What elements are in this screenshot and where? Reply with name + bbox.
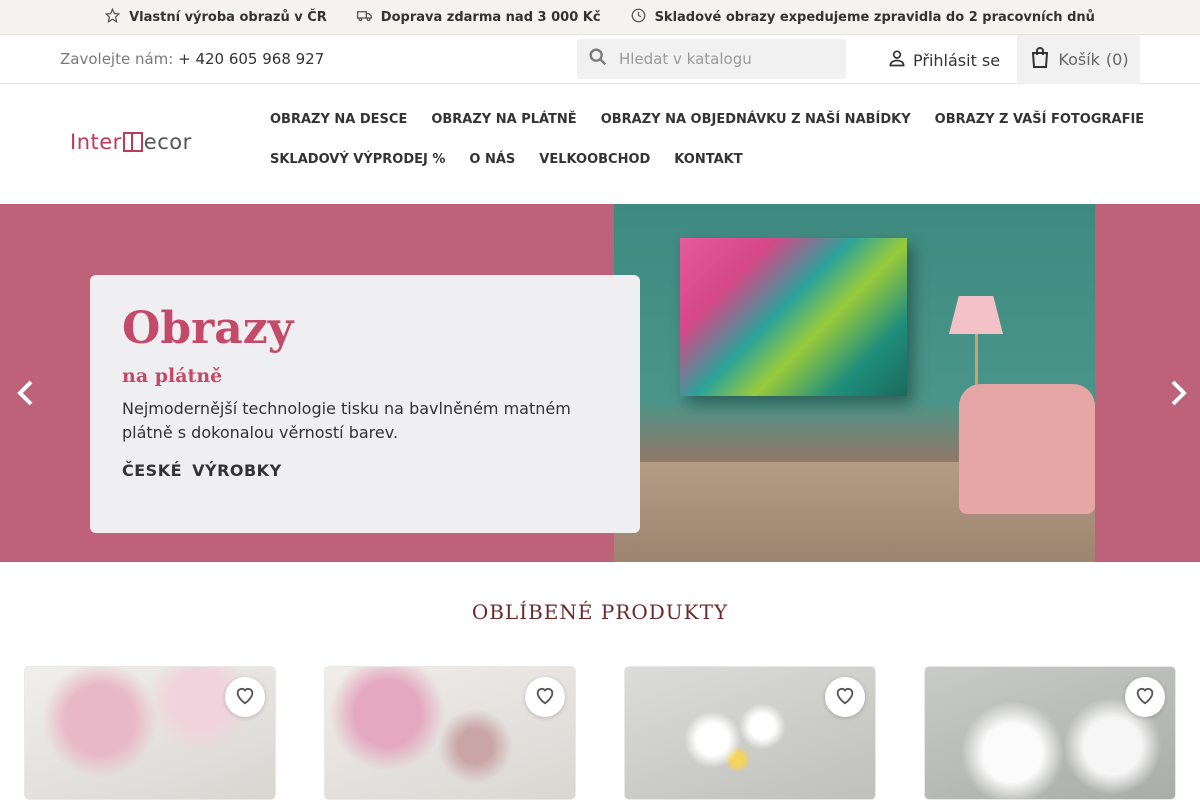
logo[interactable]: Inter ecor (70, 130, 192, 154)
menu-item-obrazy-na-platne[interactable]: OBRAZY NA PLÁTNĚ (431, 112, 576, 152)
cart-button[interactable]: Košík (0) (1017, 35, 1140, 84)
favorite-button[interactable] (825, 677, 865, 717)
product-list (24, 666, 1176, 800)
header: Zavolejte nám: + 420 605 968 927 Přihlás… (0, 35, 1200, 84)
heart-icon (534, 684, 556, 710)
menu-row-1: OBRAZY NA DESCE OBRAZY NA PLÁTNĚ OBRAZY … (270, 112, 1144, 152)
menu-item-skladovy-vyprodej[interactable]: SKLADOVÝ VÝPRODEJ % (270, 152, 445, 192)
info-production: Vlastní výroba obrazů v ČR (104, 7, 327, 27)
logo-mark (122, 132, 143, 152)
hero-painting (680, 238, 907, 396)
favorite-button[interactable] (525, 677, 565, 717)
hero-slider: Obrazy na plátně Nejmodernější technolog… (0, 204, 1200, 562)
product-card[interactable] (924, 666, 1176, 800)
slider-prev-button[interactable] (14, 380, 38, 410)
heart-icon (1134, 684, 1156, 710)
hero-subtitle: na plátně (122, 365, 223, 388)
user-icon (887, 48, 907, 72)
star-icon (104, 7, 121, 27)
heart-icon (834, 684, 856, 710)
chevron-left-icon (14, 378, 38, 412)
section-title-favorite-products: OBLÍBENÉ PRODUKTY (471, 600, 729, 624)
info-production-text: Vlastní výroba obrazů v ČR (129, 9, 327, 25)
phone-label: Zavolejte nám: (60, 50, 174, 68)
hero-text: Nejmodernější technologie tisku na bavln… (122, 399, 571, 443)
login-label: Přihlásit se (913, 50, 1001, 70)
hero-chair (959, 384, 1095, 514)
hero-title: Obrazy (122, 303, 294, 354)
favorite-button[interactable] (225, 677, 265, 717)
clock-icon (631, 8, 646, 27)
cart-count: (0) (1105, 50, 1129, 69)
navigation-row: Inter ecor OBRAZY NA DESCE OBRAZY NA PLÁ… (0, 84, 1200, 204)
logo-part1: Inter (70, 130, 122, 154)
menu-item-velkoobchod[interactable]: VELKOOBCHOD (539, 152, 650, 192)
top-info-bar: Vlastní výroba obrazů v ČR Doprava zdarm… (0, 0, 1200, 35)
search-icon[interactable] (577, 46, 609, 72)
search-box (577, 39, 846, 79)
hero-card: Obrazy na plátně Nejmodernější technolog… (90, 275, 640, 533)
truck-icon (356, 8, 372, 27)
phone-number[interactable]: + 420 605 968 927 (178, 50, 324, 68)
search-input[interactable] (619, 50, 829, 68)
main-menu: OBRAZY NA DESCE OBRAZY NA PLÁTNĚ OBRAZY … (270, 112, 1144, 192)
info-dispatch-text: Skladové obrazy expedujeme zpravidla do … (654, 9, 1095, 25)
hero-photo (614, 204, 1095, 562)
favorite-button[interactable] (1125, 677, 1165, 717)
product-card[interactable] (324, 666, 576, 800)
product-card[interactable] (24, 666, 276, 800)
shopping-bag-icon (1028, 46, 1052, 74)
menu-item-obrazy-na-objednavku[interactable]: OBRAZY NA OBJEDNÁVKU Z NAŠÍ NABÍDKY (601, 112, 911, 152)
hero-cta[interactable]: ČESKÉ VÝROBKY (122, 461, 608, 480)
menu-item-kontakt[interactable]: KONTAKT (674, 152, 742, 192)
menu-item-o-nas[interactable]: O NÁS (469, 152, 515, 192)
logo-part2: ecor (143, 130, 192, 154)
menu-row-2: SKLADOVÝ VÝPRODEJ % O NÁS VELKOOBCHOD KO… (270, 152, 1090, 192)
phone-contact: Zavolejte nám: + 420 605 968 927 (60, 50, 324, 68)
cart-label: Košík (1058, 50, 1100, 69)
info-shipping: Doprava zdarma nad 3 000 Kč (356, 8, 601, 27)
menu-item-obrazy-z-fotografie[interactable]: OBRAZY Z VAŠÍ FOTOGRAFIE (935, 112, 1145, 152)
info-dispatch: Skladové obrazy expedujeme zpravidla do … (631, 8, 1095, 27)
menu-item-obrazy-na-desce[interactable]: OBRAZY NA DESCE (270, 112, 407, 152)
heart-icon (234, 684, 256, 710)
login-link[interactable]: Přihlásit se (887, 48, 1000, 72)
product-card[interactable] (624, 666, 876, 800)
slider-next-button[interactable] (1166, 380, 1190, 410)
info-shipping-text: Doprava zdarma nad 3 000 Kč (380, 9, 601, 25)
hero-lampshade (949, 296, 1003, 334)
chevron-right-icon (1166, 378, 1190, 412)
